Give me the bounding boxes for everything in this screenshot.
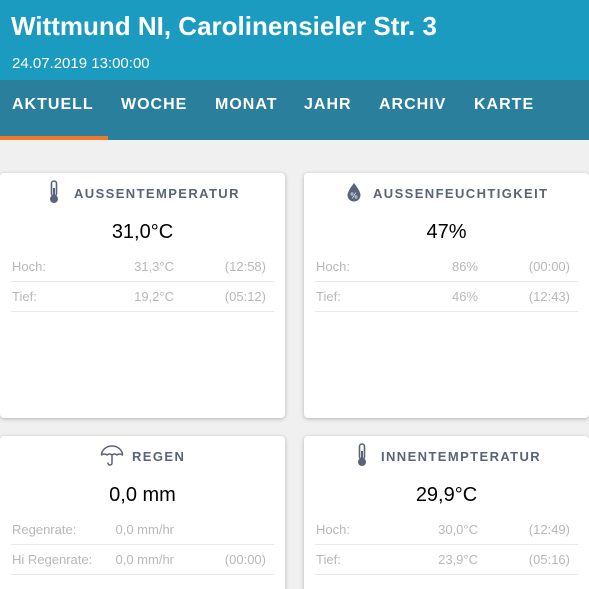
thermometer-icon <box>356 443 368 472</box>
row-value: 46% <box>451 289 478 304</box>
row-label: Tief: <box>316 289 341 304</box>
card-header: AUSSENTEMPERATUR <box>0 173 285 213</box>
row-time: (05:16) <box>528 552 570 567</box>
outside-temperature-card: AUSSENTEMPERATUR 31,0°C Hoch: 31,3°C (12… <box>0 173 285 418</box>
row-value: 19,2°C <box>134 289 174 304</box>
high-row: Hoch: 86% (00:00) <box>315 252 578 282</box>
rain-rate-row: Regenrate: 0,0 mm/hr <box>11 515 274 545</box>
row-value: 23,9°C <box>438 552 478 567</box>
high-row: Hoch: 31,3°C (12:58) <box>11 252 274 282</box>
card-title: AUSSENFEUCHTIGKEIT <box>373 186 549 201</box>
row-time: (12:43) <box>528 289 570 304</box>
tab-monat[interactable]: MONAT <box>215 96 277 114</box>
app-header: Wittmund NI, Carolinensieler Str. 3 24.0… <box>0 0 589 80</box>
inside-temperature-card: INNENTEMPTERATUR 29,9°C Hoch: 30,0°C (12… <box>304 436 589 589</box>
row-value: 86% <box>451 259 478 274</box>
card-header: % AUSSENFEUCHTIGKEIT <box>304 173 589 213</box>
row-label: Regenrate: <box>12 522 77 537</box>
row-time: (12:49) <box>528 522 570 537</box>
row-label: Hoch: <box>12 259 46 274</box>
card-title: AUSSENTEMPERATUR <box>74 186 240 201</box>
tab-karte[interactable]: KARTE <box>474 96 534 114</box>
row-value: 31,3°C <box>134 259 174 274</box>
card-title: REGEN <box>132 449 186 464</box>
row-value: 0,0 mm/hr <box>115 522 174 537</box>
station-title: Wittmund NI, Carolinensieler Str. 3 <box>11 11 437 41</box>
row-time: (00:00) <box>224 552 266 567</box>
row-value: 30,0°C <box>438 522 478 537</box>
outside-humidity-card: % AUSSENFEUCHTIGKEIT 47% Hoch: 86% (00:0… <box>304 173 589 418</box>
current-value: 0,0 mm <box>109 484 176 506</box>
current-value: 29,9°C <box>415 484 478 506</box>
tab-archiv[interactable]: ARCHIV <box>379 96 446 114</box>
tab-aktuell[interactable]: AKTUELL <box>12 96 94 114</box>
tab-woche[interactable]: WOCHE <box>121 96 187 114</box>
active-tab-indicator <box>0 136 108 140</box>
row-label: Hi Regenrate: <box>12 552 93 567</box>
rain-card: REGEN 0,0 mm Regenrate: 0,0 mm/hr Hi Reg… <box>0 436 285 589</box>
card-header: INNENTEMPTERATUR <box>304 436 589 476</box>
row-label: Tief: <box>12 289 37 304</box>
row-time: (00:00) <box>528 259 570 274</box>
low-row: Tief: 46% (12:43) <box>315 282 578 312</box>
observation-datetime: 24.07.2019 13:00:00 <box>12 55 150 72</box>
hi-rain-rate-row: Hi Regenrate: 0,0 mm/hr (00:00) <box>11 545 274 575</box>
row-label: Hoch: <box>316 522 350 537</box>
low-row: Tief: 19,2°C (05:12) <box>11 282 274 312</box>
row-time: (12:58) <box>224 259 266 274</box>
card-title: INNENTEMPTERATUR <box>381 449 542 464</box>
humidity-drop-icon: % <box>346 182 362 207</box>
row-label: Hoch: <box>316 259 350 274</box>
row-value: 0,0 mm/hr <box>115 552 174 567</box>
umbrella-icon <box>100 445 124 472</box>
tab-jahr[interactable]: JAHR <box>304 96 352 114</box>
card-header: REGEN <box>0 436 285 476</box>
svg-text:%: % <box>350 192 358 201</box>
row-label: Tief: <box>316 552 341 567</box>
thermometer-icon <box>48 180 60 209</box>
row-time: (05:12) <box>224 289 266 304</box>
high-row: Hoch: 30,0°C (12:49) <box>315 515 578 545</box>
current-value: 31,0°C <box>111 221 174 243</box>
tab-bar: AKTUELL WOCHE MONAT JAHR ARCHIV KARTE <box>0 80 589 140</box>
low-row: Tief: 23,9°C (05:16) <box>315 545 578 575</box>
current-value: 47% <box>426 221 467 243</box>
